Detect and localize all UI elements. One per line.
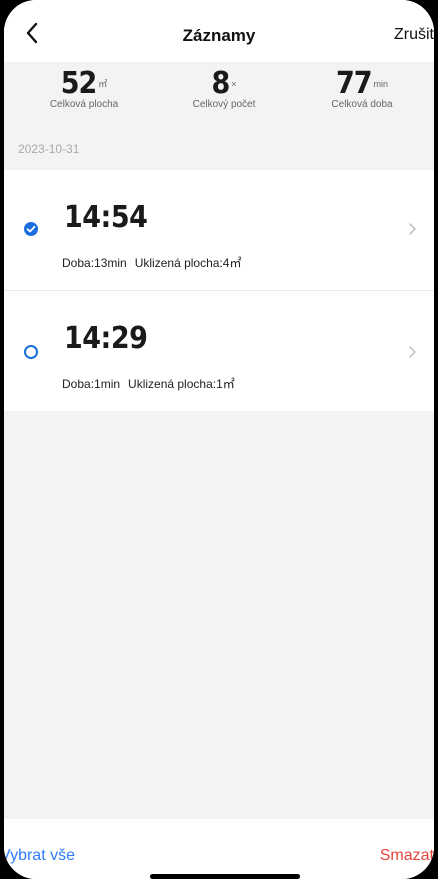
top-bar: Záznamy Zrušit [4,0,434,62]
record-area: Uklizená plocha:1㎡ [128,377,235,391]
record-meta: Doba:13min Uklizená plocha:4㎡ [62,254,249,271]
stat-total-time: 77 min Celková doba [292,66,432,110]
checkbox-checked[interactable] [24,222,38,236]
record-row[interactable]: 14:29 Doba:1min Uklizená plocha:1㎡ [4,291,434,411]
stat-value: 77 [335,66,373,101]
bottom-action-bar: Vybrat vše Smazat [4,819,434,879]
record-area: Uklizená plocha:4㎡ [134,256,242,270]
home-indicator [150,874,300,879]
select-all-button[interactable]: Vybrat vše [4,847,75,865]
records-screen: Záznamy Zrušit 52 ㎡ Celková plocha 8 × Cel… [4,0,434,879]
record-meta: Doba:1min Uklizená plocha:1㎡ [62,375,243,392]
stat-value: 8 [211,66,230,101]
stat-unit: min [373,78,389,89]
chevron-right-icon [409,346,416,358]
stat-label: Celková plocha [49,99,119,110]
page-title: Záznamy [182,26,256,45]
record-duration: Doba:1min [62,377,121,391]
date-header: 2023-10-31 [18,142,80,156]
checkbox-unchecked[interactable] [24,345,38,359]
stat-total-count: 8 × Celkový počet [154,66,294,110]
checkmark-icon [26,225,36,233]
record-row[interactable]: 14:54 Doba:13min Uklizená plocha:4㎡ [4,170,434,290]
stat-total-area: 52 ㎡ Celková plocha [14,66,154,110]
chevron-right-icon [409,223,416,235]
stat-label: Celková doba [331,99,393,110]
record-time: 14:29 [64,321,148,356]
summary-stats: 52 ㎡ Celková plocha 8 × Celkový počet 77 mi… [4,62,434,128]
delete-button[interactable]: Smazat [380,847,434,865]
stat-unit: ㎡ [98,78,108,89]
cancel-button[interactable]: Zrušit [394,26,434,44]
record-duration: Doba:13min [62,256,127,270]
stat-value: 52 [60,66,98,101]
stat-unit: × [231,78,237,89]
stat-label: Celkový počet [192,99,256,110]
record-time: 14:54 [64,200,148,235]
